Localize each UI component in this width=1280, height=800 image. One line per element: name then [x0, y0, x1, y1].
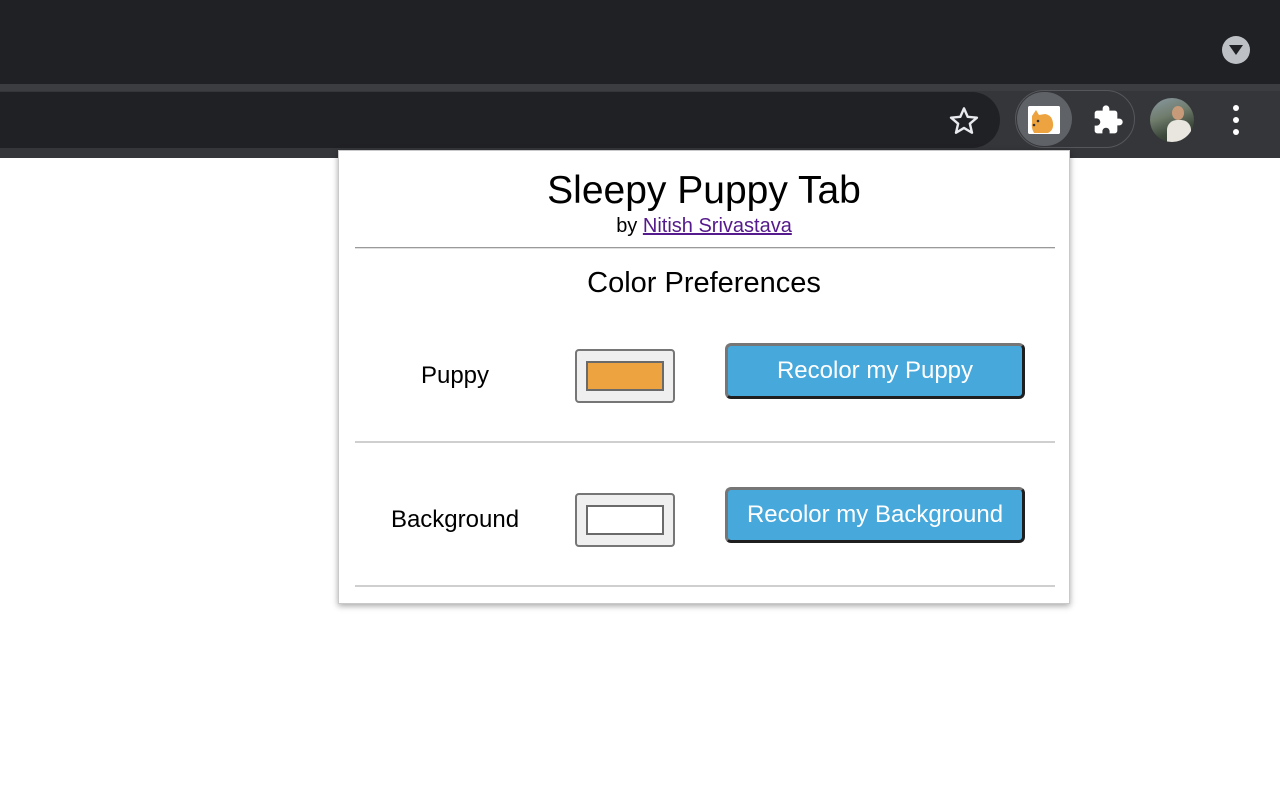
kebab-menu-icon: [1233, 105, 1239, 111]
byline-prefix: by: [616, 215, 638, 237]
divider: [355, 441, 1055, 443]
background-color-swatch: [586, 505, 664, 535]
popup-title: Sleepy Puppy Tab: [547, 169, 861, 212]
puzzle-piece-icon: [1094, 105, 1123, 134]
kebab-menu-icon-dot: [1233, 117, 1239, 123]
puppy-color-label: Puppy: [420, 362, 490, 389]
puppy-color-swatch: [586, 361, 664, 391]
browser-toolbar: [0, 84, 1280, 158]
sleepy-puppy-extension-icon: [1028, 106, 1060, 134]
browser-menu-button[interactable]: [1222, 102, 1250, 138]
bookmark-button[interactable]: [944, 101, 984, 141]
section-title: Color Preferences: [587, 267, 821, 299]
background-color-picker[interactable]: [575, 493, 675, 547]
extension-popup: Sleepy Puppy Tab by Nitish Srivastava Co…: [338, 150, 1070, 604]
recolor-puppy-button[interactable]: Recolor my Puppy: [725, 343, 1025, 399]
extensions-menu-button[interactable]: [1092, 104, 1124, 136]
avatar-head: [1172, 106, 1184, 120]
chevron-down-icon: [1229, 45, 1243, 55]
background-color-label: Background: [390, 506, 520, 533]
tab-search-button[interactable]: [1222, 36, 1250, 64]
puppy-color-picker[interactable]: [575, 349, 675, 403]
divider: [355, 585, 1055, 587]
address-bar[interactable]: [0, 92, 1000, 148]
star-outline-icon: [949, 107, 979, 134]
byline: by Nitish Srivastava: [339, 213, 1069, 239]
kebab-menu-icon-dot: [1233, 129, 1239, 135]
recolor-background-button[interactable]: Recolor my Background: [725, 487, 1025, 543]
tab-strip: [0, 0, 1280, 84]
avatar-body: [1167, 120, 1191, 142]
divider: [355, 247, 1055, 249]
author-link[interactable]: Nitish Srivastava: [643, 215, 792, 237]
avatar[interactable]: [1150, 98, 1194, 142]
